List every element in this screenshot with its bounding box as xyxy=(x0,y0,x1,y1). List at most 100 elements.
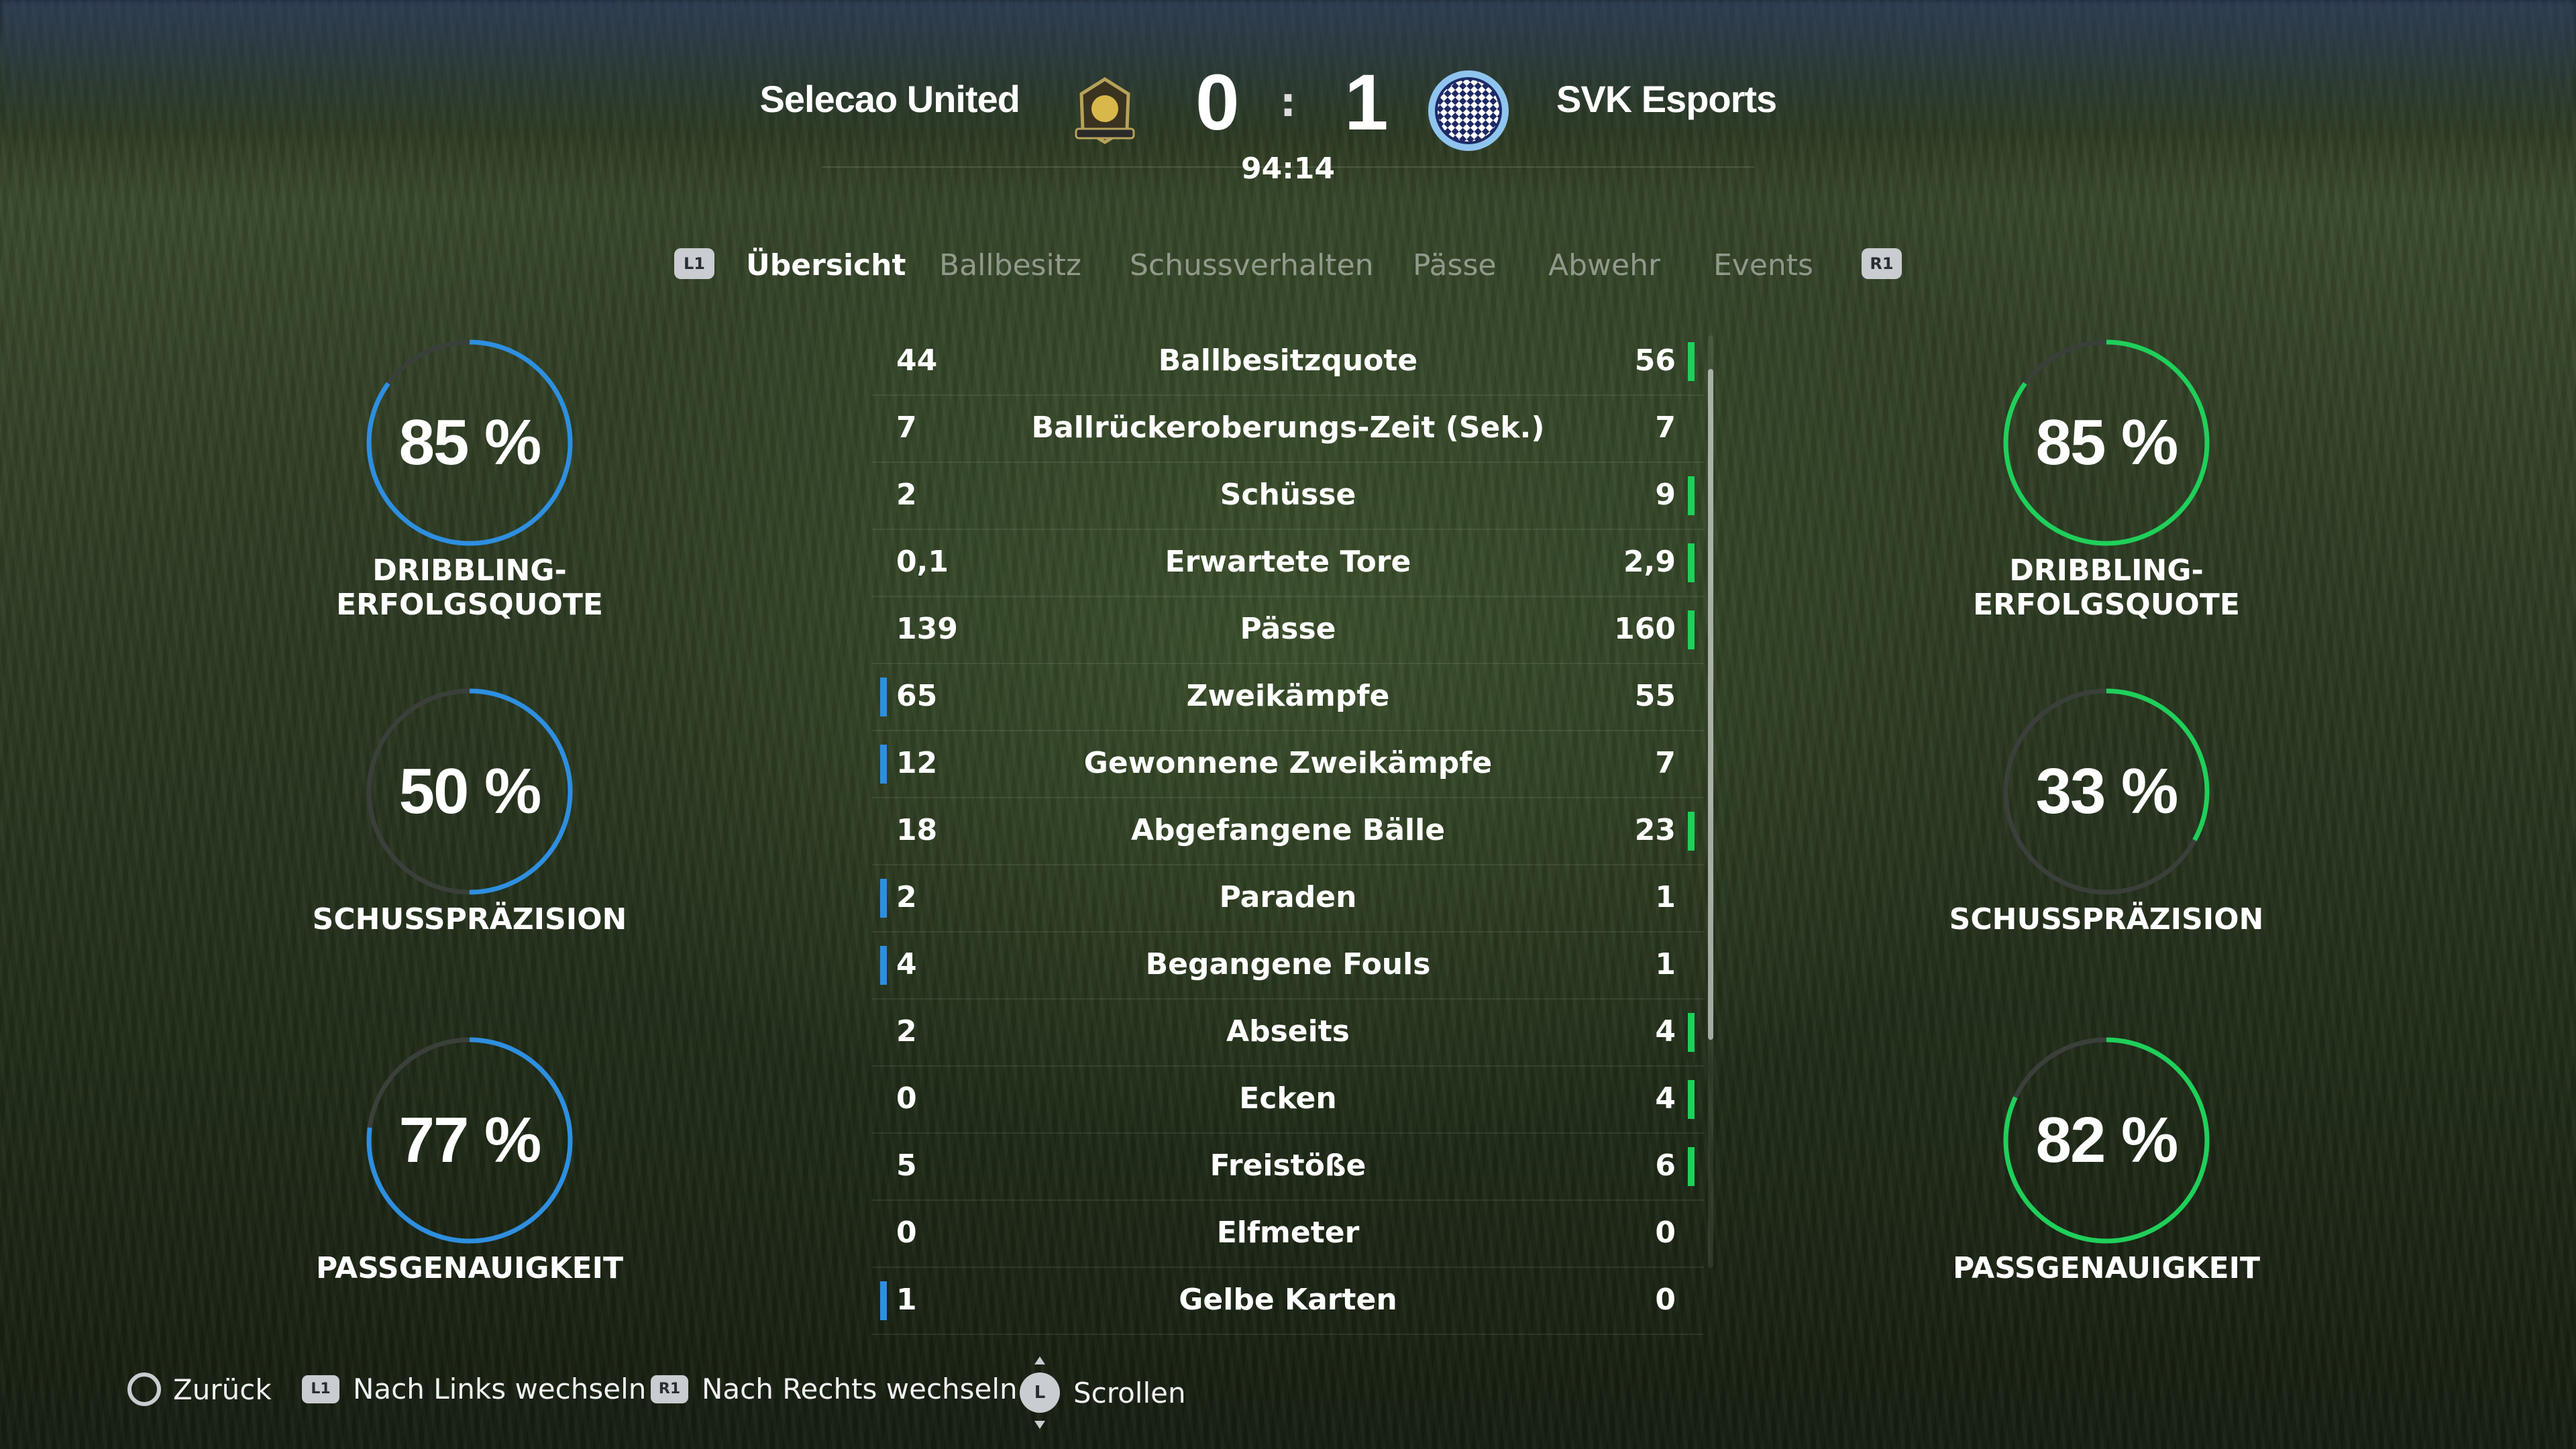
stat-row: 12 Gewonnene Zweikämpfe 7 xyxy=(872,731,1704,798)
stat-home-value: 18 xyxy=(896,813,938,847)
arrow-up-icon xyxy=(1034,1356,1045,1364)
stat-row: 7 Ballrückeroberungs-Zeit (Sek.) 7 xyxy=(872,396,1704,463)
l1-button-icon[interactable]: L1 xyxy=(674,248,714,279)
stat-away-value: 0 xyxy=(1655,1216,1676,1250)
stat-label: Zweikämpfe xyxy=(1186,679,1390,713)
away-score: 1 xyxy=(1344,58,1389,147)
hint-right-label: Nach Rechts wechseln xyxy=(702,1373,1018,1405)
stat-away-value: 56 xyxy=(1634,343,1676,378)
stat-home-value: 0 xyxy=(896,1081,917,1116)
ring-value: 50 % xyxy=(398,755,542,827)
home-lead-bar xyxy=(880,678,887,716)
stat-row: 0 Elfmeter 0 xyxy=(872,1201,1704,1268)
stat-label: Gewonnene Zweikämpfe xyxy=(1083,746,1493,780)
stat-row: 65 Zweikämpfe 55 xyxy=(872,664,1704,731)
stat-home-value: 0 xyxy=(896,1216,917,1250)
away-lead-bar xyxy=(1688,812,1695,851)
stat-label: Elfmeter xyxy=(1216,1216,1360,1250)
stat-away-value: 0 xyxy=(1655,1283,1676,1317)
stats-table[interactable]: 44 Ballbesitzquote 56 7 Ballrückeroberungs-Z… xyxy=(872,329,1704,1335)
stat-home-value: 2 xyxy=(896,1014,917,1049)
home-ring-dribbling: 85 % DRIBBLING-ERFOLGSQUOTE xyxy=(262,335,678,644)
match-clock: 94:14 xyxy=(1240,152,1336,186)
stat-away-value: 9 xyxy=(1655,478,1676,512)
away-lead-bar xyxy=(1688,610,1695,649)
stat-home-value: 44 xyxy=(896,343,938,378)
away-lead-bar xyxy=(1688,1080,1695,1119)
scrollbar-thumb[interactable] xyxy=(1708,369,1713,1040)
stat-row: 44 Ballbesitzquote 56 xyxy=(872,329,1704,396)
stat-label: Begangene Fouls xyxy=(1145,947,1431,981)
hint-back[interactable]: Zurück xyxy=(127,1373,272,1406)
stat-home-value: 4 xyxy=(896,947,917,981)
tab-events[interactable]: Events xyxy=(1713,248,1813,282)
stat-label: Ecken xyxy=(1239,1081,1337,1116)
hint-left-label: Nach Links wechseln xyxy=(353,1373,647,1405)
away-crest-icon xyxy=(1428,70,1509,151)
stat-home-value: 139 xyxy=(896,612,958,646)
stat-away-value: 160 xyxy=(1614,612,1676,646)
away-ring-schuss: 33 % SCHUSSPRÄZISION xyxy=(1898,684,2314,993)
ring-label: DRIBBLING-ERFOLGSQUOTE xyxy=(336,553,603,622)
stat-home-value: 2 xyxy=(896,478,917,512)
home-score: 0 xyxy=(1195,58,1240,147)
stat-away-value: 2,9 xyxy=(1623,545,1676,579)
hint-back-label: Zurück xyxy=(173,1373,272,1406)
stat-row: 2 Paraden 1 xyxy=(872,865,1704,932)
stat-row: 0 Ecken 4 xyxy=(872,1067,1704,1134)
away-team-name: SVK Esports xyxy=(1556,78,1777,120)
hint-scroll[interactable]: L Scrollen xyxy=(1020,1356,1186,1429)
circle-button-icon xyxy=(127,1373,161,1406)
away-ring-dribbling: 85 % DRIBBLING-ERFOLGSQUOTE xyxy=(1898,335,2314,644)
away-lead-bar xyxy=(1688,1147,1695,1186)
tab-ballbesitz[interactable]: Ballbesitz xyxy=(939,248,1081,282)
left-stick-icon: L xyxy=(1020,1356,1060,1429)
stat-home-value: 12 xyxy=(896,746,938,780)
tab-uebersicht[interactable]: Übersicht xyxy=(746,248,906,282)
stat-label: Paraden xyxy=(1219,880,1357,914)
stat-away-value: 4 xyxy=(1655,1014,1676,1049)
home-lead-bar xyxy=(880,1281,887,1320)
stat-row: 1 Gelbe Karten 0 xyxy=(872,1268,1704,1335)
stat-row: 4 Begangene Fouls 1 xyxy=(872,932,1704,1000)
tab-abwehr[interactable]: Abwehr xyxy=(1548,248,1660,282)
hint-switch-right[interactable]: R1 Nach Rechts wechseln xyxy=(651,1373,1018,1405)
away-ring-pass: 82 % PASSGENAUIGKEIT xyxy=(1898,1033,2314,1342)
home-crest-icon xyxy=(1075,77,1135,144)
score-separator: : xyxy=(1280,79,1296,126)
stats-scrollbar[interactable] xyxy=(1708,335,1713,1268)
stat-home-value: 7 xyxy=(896,411,917,445)
hint-switch-left[interactable]: L1 Nach Links wechseln xyxy=(302,1373,646,1405)
l1-button-icon: L1 xyxy=(302,1375,339,1403)
button-hints: Zurück L1 Nach Links wechseln R1 Nach Re… xyxy=(127,1356,1469,1429)
r1-button-icon[interactable]: R1 xyxy=(1862,248,1902,279)
home-ring-pass: 77 % PASSGENAUIGKEIT xyxy=(262,1033,678,1342)
ring-label: PASSGENAUIGKEIT xyxy=(315,1251,624,1285)
tab-bar: L1 Übersicht Ballbesitz Schussverhalten … xyxy=(0,241,2576,295)
stat-away-value: 55 xyxy=(1634,679,1676,713)
stat-away-value: 1 xyxy=(1655,880,1676,914)
stat-label: Abseits xyxy=(1226,1014,1350,1049)
stat-home-value: 0,1 xyxy=(896,545,949,579)
stat-label: Abgefangene Bälle xyxy=(1130,813,1446,847)
home-lead-bar xyxy=(880,745,887,784)
stat-row: 139 Pässe 160 xyxy=(872,597,1704,664)
tab-schussverhalten[interactable]: Schussverhalten xyxy=(1130,248,1373,282)
home-lead-bar xyxy=(880,879,887,918)
ring-value: 77 % xyxy=(398,1104,542,1176)
tab-paesse[interactable]: Pässe xyxy=(1413,248,1496,282)
away-lead-bar xyxy=(1688,476,1695,515)
stat-away-value: 23 xyxy=(1634,813,1676,847)
ring-value: 82 % xyxy=(2035,1104,2179,1176)
stat-home-value: 5 xyxy=(896,1148,917,1183)
stat-label: Erwartete Tore xyxy=(1165,545,1411,579)
stat-row: 2 Abseits 4 xyxy=(872,1000,1704,1067)
stat-away-value: 1 xyxy=(1655,947,1676,981)
away-lead-bar xyxy=(1688,1013,1695,1052)
away-lead-bar xyxy=(1688,342,1695,381)
stat-home-value: 2 xyxy=(896,880,917,914)
ring-label: SCHUSSPRÄZISION xyxy=(1949,902,2264,936)
stat-label: Ballbesitzquote xyxy=(1158,343,1418,378)
ring-value: 33 % xyxy=(2035,755,2179,827)
stat-label: Gelbe Karten xyxy=(1179,1283,1397,1317)
